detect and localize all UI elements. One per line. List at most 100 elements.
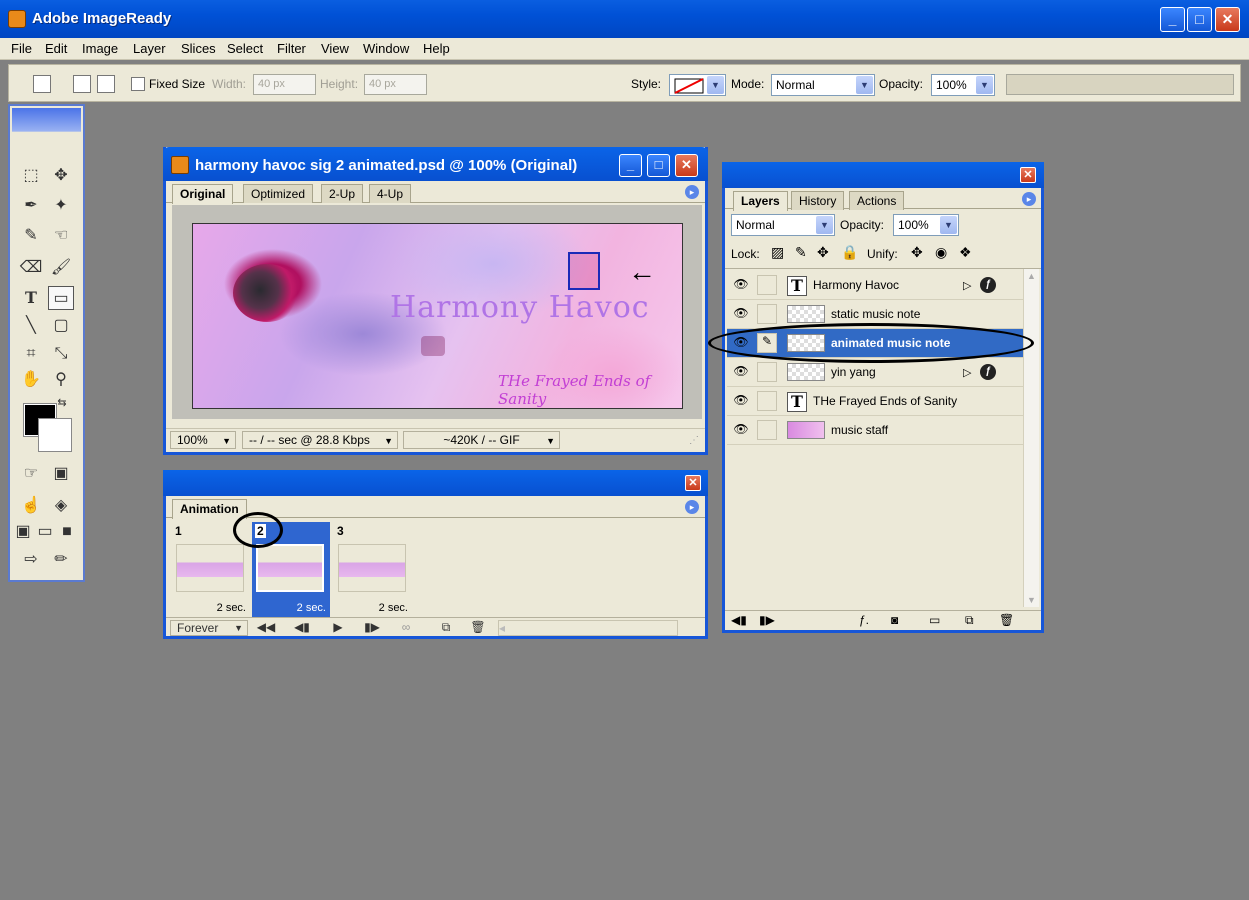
- resize-grip-icon[interactable]: ⋰: [689, 435, 699, 446]
- play-icon[interactable]: ▶: [326, 620, 350, 636]
- swap-colors-icon[interactable]: ⇆: [54, 396, 70, 410]
- close-button[interactable]: ✕: [1215, 7, 1240, 32]
- layer-opacity-dropdown[interactable]: 100% ▼: [893, 214, 959, 236]
- blend-mode-dropdown[interactable]: Normal ▼: [731, 214, 835, 236]
- type-tool-icon[interactable]: T: [18, 286, 44, 310]
- document-titlebar[interactable]: harmony havoc sig 2 animated.psd @ 100% …: [163, 147, 708, 181]
- signature-artwork[interactable]: Harmony Havoc THe Frayed Ends of Sanity: [192, 223, 683, 409]
- layers-close-button[interactable]: ✕: [1020, 167, 1036, 183]
- imageready-feather-logo[interactable]: [12, 108, 81, 160]
- toggle-slices-icon[interactable]: ▣: [48, 462, 74, 486]
- eraser-tool-icon[interactable]: ⌫: [18, 256, 44, 280]
- delete-layer-icon[interactable]: 🗑: [999, 613, 1014, 627]
- tab-actions[interactable]: Actions: [849, 191, 905, 210]
- jump-to-photoshop-icon[interactable]: ⇨: [18, 548, 44, 572]
- lock-all-icon[interactable]: 🔒: [841, 244, 858, 261]
- view-menu-arrow-icon[interactable]: ▸: [685, 185, 699, 199]
- tab-history[interactable]: History: [791, 191, 845, 210]
- layers-palette-titlebar[interactable]: ✕: [722, 162, 1044, 188]
- edit-in-photoshop-icon[interactable]: ✏: [48, 548, 74, 572]
- rounded-rectangle-tool-icon[interactable]: ▢: [48, 314, 74, 338]
- layer-link-box[interactable]: [757, 362, 777, 382]
- file-size-dropdown[interactable]: ~420K / -- GIF ▼: [403, 431, 560, 449]
- rollover-preview-icon[interactable]: ☝: [18, 494, 44, 518]
- standard-screen-mode-icon[interactable]: ▣: [12, 520, 34, 544]
- next-layer-icon[interactable]: ▮▶: [759, 613, 775, 627]
- visibility-eye-icon[interactable]: 👁: [731, 422, 751, 438]
- height-input[interactable]: 40 px: [364, 74, 427, 95]
- rectangle-shape-icon[interactable]: [73, 75, 91, 93]
- doc-maximize-button[interactable]: □: [647, 154, 670, 177]
- preview-in-browser-icon[interactable]: ◈: [48, 494, 74, 518]
- layer-link-box[interactable]: [757, 275, 777, 295]
- lock-position-icon[interactable]: ✥: [817, 244, 829, 261]
- mode-dropdown[interactable]: Normal ▼: [771, 74, 875, 96]
- tab-optimized[interactable]: Optimized: [243, 184, 314, 203]
- frame-delay[interactable]: 2 sec.: [217, 602, 246, 614]
- doc-close-button[interactable]: ✕: [675, 154, 698, 177]
- menu-slices[interactable]: Slices: [181, 41, 216, 56]
- layer-row-frayed-ends[interactable]: 👁 T THe Frayed Ends of Sanity: [727, 387, 1023, 416]
- animation-close-button[interactable]: ✕: [685, 475, 701, 491]
- unify-style-icon[interactable]: ❖: [959, 244, 972, 261]
- delete-frame-icon[interactable]: 🗑: [468, 620, 488, 636]
- background-color-swatch[interactable]: [38, 418, 72, 452]
- unify-visibility-icon[interactable]: ◉: [935, 244, 947, 261]
- lock-transparency-icon[interactable]: ▨: [771, 244, 784, 261]
- animated-music-note-selection[interactable]: [568, 252, 600, 290]
- layer-link-box[interactable]: [757, 420, 777, 440]
- canvas-area[interactable]: Harmony Havoc THe Frayed Ends of Sanity: [172, 205, 702, 419]
- doc-minimize-button[interactable]: _: [619, 154, 642, 177]
- unify-position-icon[interactable]: ✥: [911, 244, 923, 261]
- add-layer-mask-icon[interactable]: ◙: [891, 613, 898, 627]
- style-dropdown[interactable]: ▼: [669, 74, 726, 96]
- full-screen-menu-mode-icon[interactable]: ▭: [34, 520, 56, 544]
- slice-select-tool-icon[interactable]: ☜: [48, 224, 74, 248]
- animation-palette-titlebar[interactable]: ✕: [163, 470, 708, 496]
- visibility-eye-icon[interactable]: 👁: [731, 364, 751, 380]
- layers-scrollbar[interactable]: ▲ ▼: [1023, 269, 1039, 607]
- visibility-eye-icon[interactable]: 👁: [731, 306, 751, 322]
- opacity-dropdown[interactable]: 100% ▼: [931, 74, 995, 96]
- brush-tool-icon[interactable]: 🖌: [48, 256, 74, 280]
- download-time-dropdown[interactable]: -- / -- sec @ 28.8 Kbps ▼: [242, 431, 398, 449]
- maximize-button[interactable]: □: [1187, 7, 1212, 32]
- menu-image[interactable]: Image: [82, 41, 118, 56]
- line-tool-icon[interactable]: ╲: [18, 314, 44, 338]
- menu-select[interactable]: Select: [227, 41, 263, 56]
- menu-filter[interactable]: Filter: [277, 41, 306, 56]
- image-map-tool-icon[interactable]: ☞: [18, 462, 44, 486]
- lasso-tool-icon[interactable]: ✒: [18, 194, 44, 218]
- slice-tool-icon[interactable]: ✎: [18, 224, 44, 248]
- visibility-eye-icon[interactable]: 👁: [731, 393, 751, 409]
- layers-menu-arrow-icon[interactable]: ▸: [1022, 192, 1036, 206]
- tween-icon[interactable]: ∞: [394, 620, 418, 636]
- menu-view[interactable]: View: [321, 41, 349, 56]
- frame-delay[interactable]: 2 sec.: [379, 602, 408, 614]
- tab-animation[interactable]: Animation: [172, 499, 247, 519]
- frame-delay[interactable]: 2 sec.: [297, 602, 326, 614]
- minimize-button[interactable]: _: [1160, 7, 1185, 32]
- expand-effects-icon[interactable]: ▷: [963, 279, 971, 292]
- full-screen-mode-icon[interactable]: ■: [56, 520, 78, 544]
- marquee-tool-icon[interactable]: ⬚: [18, 164, 44, 188]
- menu-edit[interactable]: Edit: [45, 41, 67, 56]
- tab-original[interactable]: Original: [172, 184, 234, 204]
- eyedropper-tool-icon[interactable]: ⤡: [48, 342, 74, 366]
- zoom-dropdown[interactable]: 100% ▼: [170, 431, 236, 449]
- fixed-size-checkbox[interactable]: [131, 77, 145, 91]
- tab-4-up[interactable]: 4-Up: [369, 184, 412, 203]
- animation-menu-arrow-icon[interactable]: ▸: [685, 500, 699, 514]
- new-layer-set-icon[interactable]: ▭: [929, 613, 940, 627]
- layer-row-harmony-havoc[interactable]: 👁 T Harmony Havoc ▷ ƒ: [727, 271, 1023, 300]
- previous-layer-icon[interactable]: ◀▮: [731, 613, 747, 627]
- layer-link-box[interactable]: [757, 304, 777, 324]
- menu-layer[interactable]: Layer: [133, 41, 166, 56]
- next-frame-icon[interactable]: ▮▶: [360, 620, 384, 636]
- expand-effects-icon[interactable]: ▷: [963, 366, 971, 379]
- scroll-up-icon[interactable]: ▲: [1027, 271, 1036, 281]
- new-layer-icon[interactable]: ⧉: [965, 613, 974, 628]
- duplicate-frame-icon[interactable]: ⧉: [436, 620, 456, 636]
- tab-2-up[interactable]: 2-Up: [321, 184, 364, 203]
- first-frame-icon[interactable]: ◀◀: [254, 620, 278, 636]
